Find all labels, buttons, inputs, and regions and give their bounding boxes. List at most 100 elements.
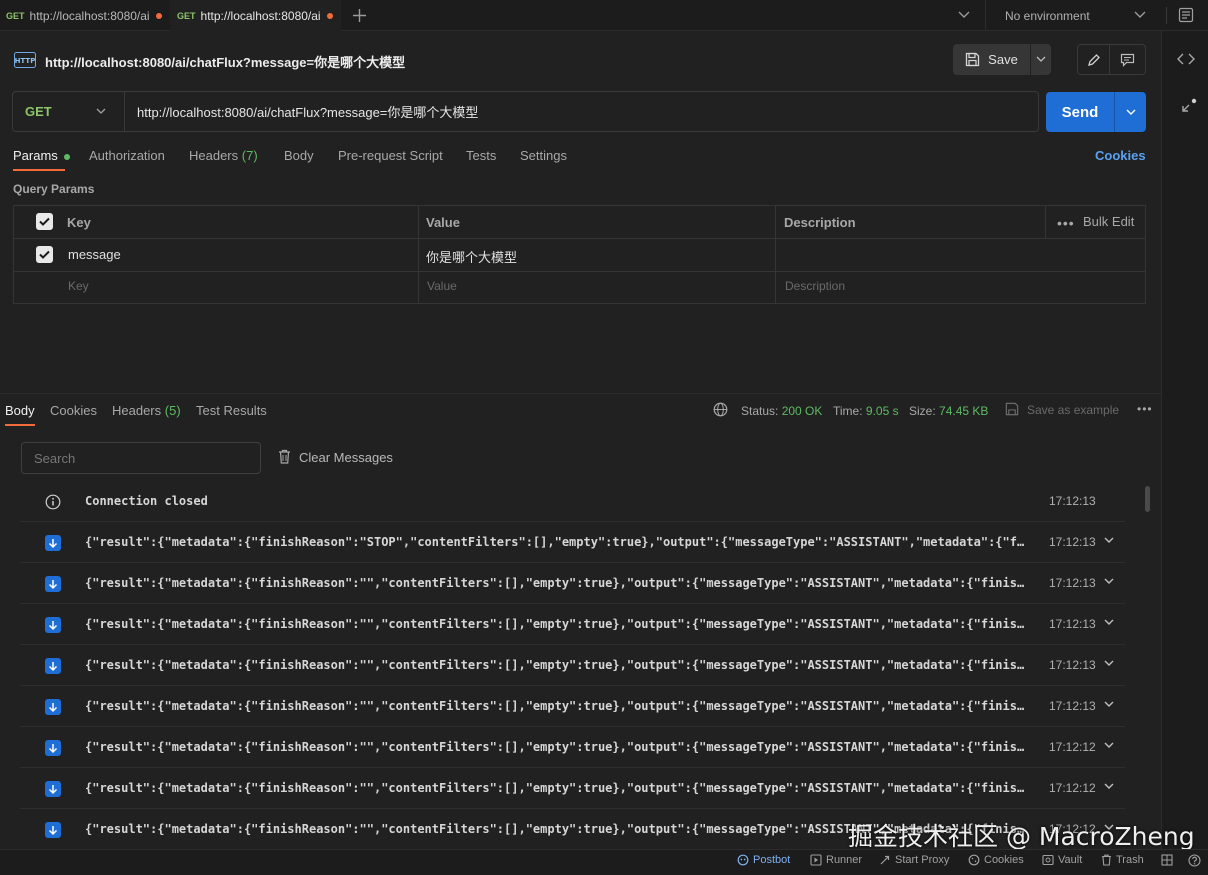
postbot-icon [737,854,749,866]
more-options-icon[interactable]: ••• [1057,215,1075,231]
url-input[interactable]: http://localhost:8080/ai/chatFlux?messag… [124,91,1039,132]
save-options-button[interactable] [1031,44,1051,75]
connection-status-row[interactable]: Connection closed 17:12:13 [20,481,1125,522]
edit-button[interactable] [1077,44,1110,75]
start-proxy-button[interactable]: Start Proxy [879,854,949,866]
expand-chevron-icon[interactable] [1104,660,1114,667]
send-options-button[interactable] [1114,92,1146,132]
environment-selector[interactable]: No environment [1005,9,1090,23]
message-time: 17:12:13 [1049,658,1096,672]
runner-button[interactable]: Runner [810,854,862,866]
divider [1166,7,1167,24]
pane-divider[interactable] [0,393,1161,394]
message-time: 17:12:13 [1049,617,1096,631]
response-size[interactable]: Size: 74.45 KB [909,404,988,418]
related-collections-icon[interactable] [1180,97,1198,115]
column-divider [775,206,776,303]
comments-button[interactable] [1110,44,1146,75]
expand-chevron-icon[interactable] [1104,783,1114,790]
trash-icon[interactable] [278,449,291,464]
tabs-dropdown-chevron-icon[interactable] [958,11,970,19]
connection-status-text: Connection closed [85,494,208,508]
method-selector[interactable]: GET [12,91,124,132]
tab-pre-request-script[interactable]: Pre-request Script [338,148,443,163]
new-param-key-input[interactable]: Key [68,279,89,293]
response-more-options-icon[interactable]: ••• [1137,402,1153,416]
new-param-description-input[interactable]: Description [785,279,845,293]
search-messages-input[interactable]: Search [21,442,261,474]
message-row[interactable]: {"result":{"metadata":{"finishReason":""… [20,768,1125,809]
send-button[interactable]: Send [1046,92,1114,132]
response-time[interactable]: Time: 9.05 s [833,404,899,418]
expand-chevron-icon[interactable] [1104,701,1114,708]
received-arrow-icon [45,535,61,551]
response-tab-test-results[interactable]: Test Results [196,403,267,418]
right-sidebar [1161,31,1208,849]
status-label: Status: [741,404,779,418]
proxy-icon [880,855,890,865]
message-time: 17:12:13 [1049,535,1096,549]
cookie-icon [968,854,980,866]
response-tab-headers[interactable]: Headers (5) [112,403,181,418]
message-row[interactable]: {"result":{"metadata":{"finishReason":""… [20,727,1125,768]
response-tab-headers-label: Headers [112,403,162,418]
environment-quick-look-icon[interactable] [1178,7,1194,23]
message-row[interactable]: {"result":{"metadata":{"finishReason":""… [20,604,1125,645]
column-divider [1045,206,1046,238]
trash-button[interactable]: Trash [1101,854,1144,866]
code-snippet-icon[interactable] [1177,52,1195,66]
method-chevron-icon[interactable] [96,108,106,115]
postbot-button[interactable]: Postbot [737,854,790,866]
bulk-edit-button[interactable]: Bulk Edit [1083,214,1134,229]
new-tab-plus-icon[interactable] [352,8,367,23]
svg-text:HTTP: HTTP [15,57,36,65]
message-row[interactable]: {"result":{"metadata":{"finishReason":""… [20,563,1125,604]
cookies-label: Cookies [984,854,1024,866]
tab-tests[interactable]: Tests [466,148,496,163]
method-label: GET [25,104,52,119]
expand-chevron-icon[interactable] [1104,742,1114,749]
vault-button[interactable]: Vault [1042,854,1082,866]
response-status[interactable]: Status: 200 OK [741,404,822,418]
tab-authorization[interactable]: Authorization [89,148,165,163]
help-icon[interactable] [1188,854,1205,867]
cookies-link[interactable]: Cookies [1095,148,1146,163]
response-tab-cookies[interactable]: Cookies [50,403,97,418]
tab-params[interactable]: Params [13,148,71,163]
clear-messages-button[interactable]: Clear Messages [299,450,393,465]
expand-chevron-icon[interactable] [1104,578,1114,585]
tab-body[interactable]: Body [284,148,314,163]
request-tab[interactable]: GET http://localhost:8080/ai [0,0,168,31]
environment-chevron-icon[interactable] [1134,11,1146,19]
expand-chevron-icon[interactable] [1104,619,1114,626]
tab-settings[interactable]: Settings [520,148,567,163]
cookies-button[interactable]: Cookies [968,854,1024,866]
http-request-icon: HTTP [14,52,36,68]
response-tab-body[interactable]: Body [5,403,35,418]
expand-chevron-icon[interactable] [1104,537,1114,544]
message-row[interactable]: {"result":{"metadata":{"finishReason":""… [20,686,1125,727]
select-all-checkbox[interactable] [36,213,53,230]
status-bar [0,849,1208,875]
request-name[interactable]: http://localhost:8080/ai/chatFlux?messag… [45,52,405,71]
param-enabled-checkbox[interactable] [36,246,53,263]
message-time: 17:12:12 [1049,781,1096,795]
received-arrow-icon [45,699,61,715]
response-headers-count: (5) [164,403,181,418]
globe-icon[interactable] [713,402,728,417]
received-arrow-icon [45,658,61,674]
param-key[interactable]: message [68,247,121,262]
new-param-value-input[interactable]: Value [427,279,457,293]
message-row[interactable]: {"result":{"metadata":{"finishReason":"S… [20,522,1125,563]
param-value[interactable]: 你是哪个大模型 [426,247,517,266]
request-tab-active[interactable]: GET http://localhost:8080/ai [170,0,341,31]
layout-toggle-icon[interactable] [1161,854,1177,866]
received-arrow-icon [45,740,61,756]
messages-scrollbar[interactable] [1145,486,1150,512]
received-arrow-icon [45,617,61,633]
save-button[interactable]: Save [953,44,1030,75]
save-as-example-button[interactable]: Save as example [1027,403,1119,417]
unsaved-dot-icon [326,12,333,19]
message-row[interactable]: {"result":{"metadata":{"finishReason":""… [20,645,1125,686]
tab-headers[interactable]: Headers (7) [189,148,258,163]
